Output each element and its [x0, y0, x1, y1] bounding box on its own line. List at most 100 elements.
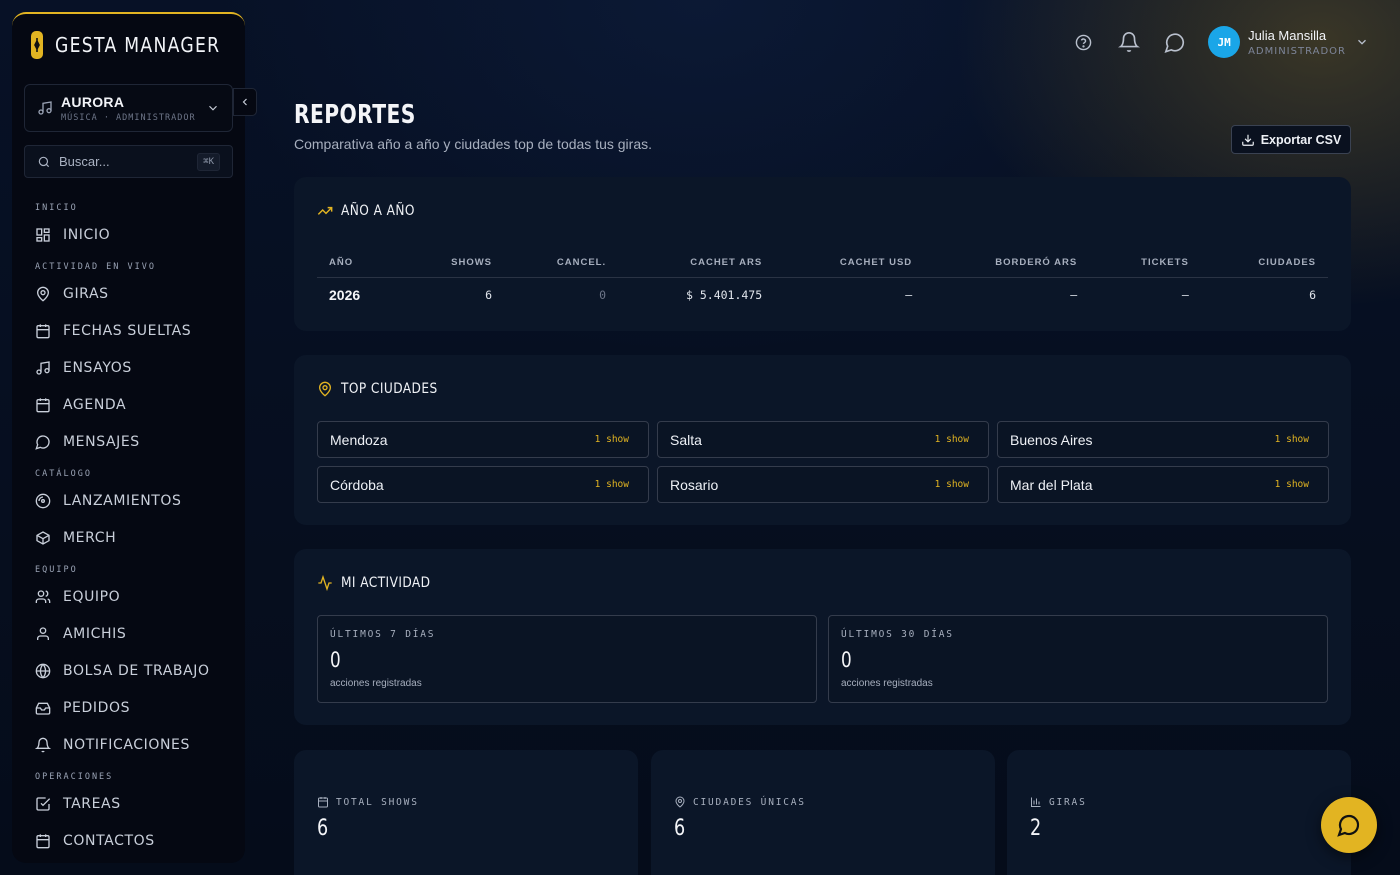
search-input[interactable] [59, 154, 189, 169]
sidebar-item-giras[interactable]: GIRAS [12, 275, 245, 312]
activity-note: acciones registradas [841, 678, 933, 689]
table-cell: — [1070, 288, 1078, 303]
sidebar-item-mensajes[interactable]: MENSAJES [12, 423, 245, 460]
sidebar-item-label: TAREAS [63, 795, 121, 812]
brand-name: GESTA MANAGER [55, 33, 221, 57]
help-circle-icon [1075, 34, 1091, 50]
sidebar-item-label: INICIO [63, 226, 111, 243]
chat-fab-button[interactable] [1321, 797, 1377, 853]
bell-icon [1118, 32, 1141, 53]
chevron-down-icon [1358, 39, 1366, 45]
user-menu-button[interactable] [1354, 31, 1370, 53]
sidebar-item-label: FECHAS SUELTAS [63, 322, 192, 339]
notifications-button[interactable] [1118, 31, 1141, 53]
activity-pulse-icon [318, 575, 332, 591]
chat-bubble-icon [1164, 32, 1185, 53]
stat-card: CIUDADES ÚNICAS 6 [651, 750, 995, 875]
city-name: Mendoza [330, 431, 388, 448]
avatar[interactable]: JM [1208, 26, 1241, 58]
city-show-count: 1 show [934, 434, 969, 445]
checkbox-icon [36, 796, 51, 811]
user-role: ADMINISTRADOR [1248, 45, 1346, 57]
stat-value: 2 [1030, 816, 1042, 841]
sidebar-item-contactos[interactable]: CONTACTOS [12, 822, 245, 859]
search-shortcut-badge: ⌘K [197, 153, 220, 171]
sidebar-item-label: PEDIDOS [63, 699, 131, 716]
chat-bubble-icon [1337, 814, 1360, 837]
nav-section-label: CATÁLOGO [35, 469, 92, 479]
sidebar-item-tareas[interactable]: TAREAS [12, 785, 245, 822]
sidebar-item-merch[interactable]: MERCH [12, 519, 245, 556]
sidebar-item-label: EQUIPO [63, 588, 121, 605]
stat-label: CIUDADES ÚNICAS [693, 796, 806, 808]
globe-icon [35, 663, 51, 678]
sidebar-item-lanzamientos[interactable]: LANZAMIENTOS [12, 482, 245, 519]
map-pin-icon [36, 286, 50, 302]
city-card[interactable]: Buenos Aires 1 show [997, 421, 1329, 458]
activity-count: 0 [841, 648, 852, 672]
year-over-year-table: AÑO SHOWS CANCEL. CACHET ARS CACHET USD BORDE… [317, 249, 1328, 313]
table-column-header: SHOWS [402, 249, 505, 278]
table-cell: 0 [599, 288, 607, 303]
activity-box: ÚLTIMOS 7 DÍAS 0 acciones registradas [317, 615, 817, 703]
stat-label: GIRAS [1049, 796, 1087, 808]
table-cell: — [905, 288, 913, 303]
bell-icon [35, 737, 51, 752]
workspace-name: AURORA [61, 93, 125, 110]
stat-value: 6 [674, 816, 686, 841]
search-box[interactable]: ⌘K [24, 145, 233, 178]
sidebar-item-label: CONTACTOS [63, 832, 155, 849]
city-card[interactable]: Salta 1 show [657, 421, 989, 458]
sidebar-item-pedidos[interactable]: PEDIDOS [12, 689, 245, 726]
sidebar-item-label: LANZAMIENTOS [63, 492, 182, 509]
workspace-switcher[interactable]: AURORA MÚSICA · ADMINISTRADOR [24, 84, 233, 132]
sidebar-item-label: MERCH [63, 529, 117, 546]
sidebar-item-bolsa-de-trabajo[interactable]: BOLSA DE TRABAJO [12, 652, 245, 689]
help-button[interactable] [1072, 31, 1094, 53]
city-card[interactable]: Córdoba 1 show [317, 466, 649, 503]
brand[interactable]: GESTA MANAGER [12, 14, 245, 76]
map-pin-icon [318, 381, 332, 397]
sidebar-item-label: ENSAYOS [63, 359, 132, 376]
sidebar-item-amichis[interactable]: AMICHIS [12, 615, 245, 652]
messages-button[interactable] [1164, 31, 1186, 53]
sidebar-item-inicio[interactable]: INICIO [12, 216, 245, 253]
table-cell: 6 [485, 288, 493, 303]
table-column-header: CACHET USD [774, 249, 925, 278]
workspace-subtitle: MÚSICA · ADMINISTRADOR [61, 112, 196, 123]
sidebar-item-label: AMICHIS [63, 625, 127, 642]
city-show-count: 1 show [1274, 479, 1309, 490]
year-over-year-title: AÑO A AÑO [341, 203, 415, 219]
sidebar-collapse-button[interactable] [233, 88, 257, 116]
sidebar-item-notificaciones[interactable]: NOTIFICACIONES [12, 726, 245, 763]
user-info[interactable]: Julia Mansilla ADMINISTRADOR [1248, 28, 1346, 57]
top-cities-card: TOP CIUDADES Mendoza 1 show Salta 1 show Bue… [294, 355, 1351, 525]
sidebar-item-equipo[interactable]: EQUIPO [12, 578, 245, 615]
activity-period-label: ÚLTIMOS 7 DÍAS [330, 629, 436, 640]
table-column-header: AÑO [317, 249, 403, 278]
export-csv-button[interactable]: Exportar CSV [1231, 125, 1351, 154]
city-show-count: 1 show [594, 434, 629, 445]
sidebar-item-agenda[interactable]: AGENDA [12, 386, 245, 423]
sidebar: GESTA MANAGER AURORA MÚSICA · ADMINISTRA… [12, 12, 245, 863]
city-card[interactable]: Mar del Plata 1 show [997, 466, 1329, 503]
chevron-left-icon [242, 98, 247, 106]
city-card[interactable]: Mendoza 1 show [317, 421, 649, 458]
calendar-icon [318, 797, 328, 808]
activity-period-label: ÚLTIMOS 30 DÍAS [841, 629, 954, 640]
table-cell: 2026 [329, 287, 361, 304]
stat-card: GIRAS 2 [1007, 750, 1351, 875]
disc-icon [35, 493, 51, 508]
city-card[interactable]: Rosario 1 show [657, 466, 989, 503]
sidebar-item-label: MENSAJES [63, 433, 140, 450]
inbox-icon [35, 702, 51, 715]
sidebar-item-fechas-sueltas[interactable]: FECHAS SUELTAS [12, 312, 245, 349]
page-title: REPORTES [294, 100, 416, 130]
chevron-down-icon [209, 105, 217, 111]
stat-card: TOTAL SHOWS 6 [294, 750, 638, 875]
table-column-header: CANCEL. [504, 249, 619, 278]
map-pin-icon [675, 796, 685, 808]
top-cities-grid: Mendoza 1 show Salta 1 show Buenos Aires 1 sh… [317, 421, 1329, 503]
sidebar-item-ensayos[interactable]: ENSAYOS [12, 349, 245, 386]
year-over-year-card: AÑO A AÑO AÑO SHOWS CANCEL. CACHET ARS CACHE… [294, 177, 1351, 331]
